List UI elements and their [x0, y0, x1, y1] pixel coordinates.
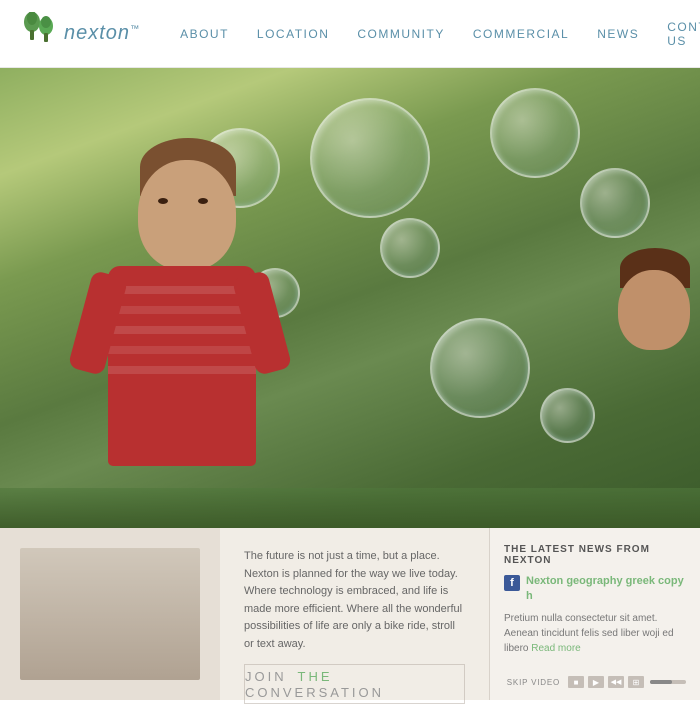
join-label: JOIN [245, 669, 287, 684]
child-figure-2 [610, 248, 700, 528]
news-body: Pretium nulla consectetur sit amet. Aene… [504, 611, 686, 656]
join-text: JOIN THE CONVERSATION [245, 668, 464, 700]
mute-button[interactable]: ◀◀ [608, 676, 624, 688]
logo-area[interactable]: nexton™ [20, 12, 140, 56]
nav-contact[interactable]: CONTACT US [667, 20, 700, 48]
child1-body [108, 266, 256, 466]
child1-eye-l [158, 198, 168, 204]
bubble-6 [580, 168, 650, 238]
mute-icon: ◀◀ [611, 678, 622, 686]
nav-about[interactable]: ABOUT [180, 27, 229, 41]
nav-commercial[interactable]: COMMERCIAL [473, 27, 569, 41]
join-banner[interactable]: JOIN THE CONVERSATION [244, 664, 465, 704]
news-item: f Nexton geography greek copy h [504, 574, 686, 605]
the-label: THE [298, 669, 333, 684]
lower-section: The future is not just a time, but a pla… [0, 528, 700, 700]
nav-news[interactable]: NEWS [597, 27, 639, 41]
lower-left-image [0, 528, 220, 700]
volume-slider[interactable] [650, 680, 686, 684]
news-title: THE LATEST NEWS FROM NEXTON [504, 544, 686, 566]
news-headline[interactable]: Nexton geography greek copy h [526, 574, 686, 605]
read-more-link[interactable]: Read more [531, 643, 580, 654]
bubble-4 [490, 88, 580, 178]
nav-community[interactable]: COMMUNITY [357, 27, 445, 41]
bubble-3 [380, 218, 440, 278]
expand-icon: ⊞ [633, 678, 640, 687]
child-figure-1 [80, 108, 300, 528]
image-placeholder [20, 548, 200, 680]
lower-description: The future is not just a time, but a pla… [220, 528, 490, 700]
facebook-icon: f [504, 575, 520, 591]
description-text: The future is not just a time, but a pla… [244, 548, 465, 654]
child2-head [618, 270, 690, 350]
play-icon: ▶ [593, 678, 599, 687]
bubble-9 [540, 388, 595, 443]
hero-background [0, 68, 700, 528]
logo-icon [20, 12, 60, 56]
video-controls: SKIP VIDEO ■ ▶ ◀◀ ⊞ [507, 676, 686, 688]
bubble-7 [430, 318, 530, 418]
child1-head [138, 160, 236, 270]
main-nav: ABOUT LOCATION COMMUNITY COMMERCIAL NEWS… [180, 20, 700, 48]
play-button[interactable]: ▶ [588, 676, 604, 688]
logo-wordmark: nexton™ [64, 22, 140, 45]
header: nexton™ ABOUT LOCATION COMMUNITY COMMERC… [0, 0, 700, 68]
ground [0, 488, 700, 528]
stop-icon: ■ [574, 678, 579, 687]
skip-video-button[interactable]: SKIP VIDEO [507, 678, 560, 687]
child1-eye-r [198, 198, 208, 204]
news-body-text: Pretium nulla consectetur sit amet. Aene… [504, 613, 674, 654]
expand-button[interactable]: ⊞ [628, 676, 644, 688]
news-panel: THE LATEST NEWS FROM NEXTON f Nexton geo… [490, 528, 700, 700]
conversation-label: CONVERSATION [245, 685, 384, 700]
bubble-2 [310, 98, 430, 218]
stop-button[interactable]: ■ [568, 676, 584, 688]
volume-fill [650, 680, 672, 684]
hero-section [0, 68, 700, 528]
nav-location[interactable]: LOCATION [257, 27, 329, 41]
logo-tm: ™ [130, 23, 140, 33]
